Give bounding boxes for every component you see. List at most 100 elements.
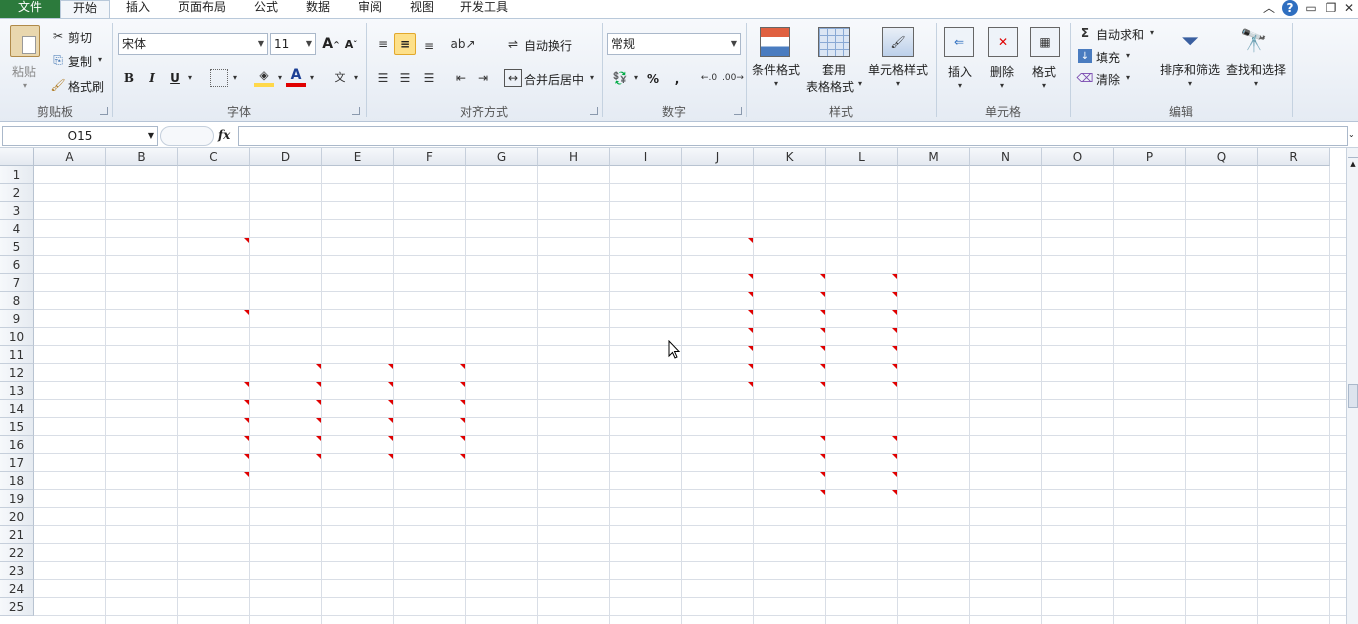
comment-indicator[interactable] [244,454,249,459]
column-header[interactable]: H [538,148,610,166]
fill-button[interactable]: 填充 [1096,49,1120,66]
find-dropdown-icon[interactable]: ▾ [1252,79,1260,88]
comment-indicator[interactable] [892,436,897,441]
comment-indicator[interactable] [244,436,249,441]
cut-icon[interactable]: ✂ [50,29,66,43]
comment-indicator[interactable] [820,328,825,333]
comment-indicator[interactable] [388,436,393,441]
copy-button[interactable]: 复制 [68,53,92,70]
increase-decimal-icon[interactable]: ←.0 [698,69,720,87]
delete-cells-button[interactable]: 删除 [990,63,1014,80]
comment-indicator[interactable] [316,418,321,423]
column-header[interactable]: G [466,148,538,166]
merge-dropdown-icon[interactable]: ▾ [588,73,596,82]
conditional-formatting-icon[interactable] [760,27,790,57]
comment-indicator[interactable] [244,472,249,477]
column-header[interactable]: D [250,148,322,166]
comment-indicator[interactable] [316,382,321,387]
column-header[interactable]: B [106,148,178,166]
wrap-text-icon[interactable]: ⇌ [504,35,522,53]
row-header[interactable]: 22 [0,544,34,562]
comment-indicator[interactable] [748,364,753,369]
row-header[interactable]: 6 [0,256,34,274]
row-header[interactable]: 12 [0,364,34,382]
copy-dropdown-icon[interactable]: ▾ [96,55,104,64]
row-header[interactable]: 4 [0,220,34,238]
underline-dropdown-icon[interactable]: ▾ [186,73,194,82]
cut-button[interactable]: 剪切 [68,29,92,46]
row-header[interactable]: 5 [0,238,34,256]
row-header[interactable]: 17 [0,454,34,472]
accounting-dropdown-icon[interactable]: ▾ [632,73,640,82]
font-color-dropdown-icon[interactable]: ▾ [308,73,316,82]
comment-indicator[interactable] [748,274,753,279]
format-painter-icon[interactable]: 🖌 [50,78,66,92]
insert-dropdown-icon[interactable]: ▾ [956,81,964,90]
font-name-select[interactable]: 宋体 ▼ [118,33,268,55]
align-right-icon[interactable]: ☰ [418,67,440,89]
comment-indicator[interactable] [316,454,321,459]
comment-indicator[interactable] [820,472,825,477]
comment-indicator[interactable] [820,292,825,297]
comment-indicator[interactable] [820,490,825,495]
row-header[interactable]: 19 [0,490,34,508]
comment-indicator[interactable] [244,382,249,387]
row-header[interactable]: 25 [0,598,34,616]
comment-indicator[interactable] [748,382,753,387]
row-header[interactable]: 18 [0,472,34,490]
comment-indicator[interactable] [748,310,753,315]
cell-area[interactable] [34,166,1346,624]
comment-indicator[interactable] [892,274,897,279]
column-header[interactable]: K [754,148,826,166]
delete-cells-icon[interactable]: ✕ [988,27,1018,57]
comment-indicator[interactable] [460,436,465,441]
alignment-launcher-icon[interactable] [590,107,598,115]
format-cells-icon[interactable]: ▦ [1030,27,1060,57]
phonetic-guide-icon[interactable]: 文 [330,67,350,87]
comment-indicator[interactable] [748,292,753,297]
sort-filter-icon[interactable]: ⏷ [1174,25,1206,57]
column-header[interactable]: Q [1186,148,1258,166]
tab-review[interactable]: 审阅 [348,0,392,18]
row-header[interactable]: 16 [0,436,34,454]
format-dropdown-icon[interactable]: ▾ [1040,81,1048,90]
tab-view[interactable]: 视图 [400,0,444,18]
row-header[interactable]: 15 [0,418,34,436]
comment-indicator[interactable] [388,454,393,459]
comment-indicator[interactable] [460,382,465,387]
conditional-formatting-button[interactable]: 条件格式 [752,61,800,78]
row-header[interactable]: 23 [0,562,34,580]
column-header[interactable]: L [826,148,898,166]
comment-indicator[interactable] [244,310,249,315]
paste-dropdown-icon[interactable]: ▾ [20,81,30,90]
tab-data[interactable]: 数据 [296,0,340,18]
borders-dropdown-icon[interactable]: ▾ [231,73,239,82]
paste-label[interactable]: 粘贴 [12,63,36,80]
merge-center-button[interactable]: 合并后居中 [524,71,584,88]
row-header[interactable]: 2 [0,184,34,202]
comment-indicator[interactable] [388,382,393,387]
column-header[interactable]: P [1114,148,1186,166]
clipboard-launcher-icon[interactable] [100,107,108,115]
borders-icon[interactable] [210,69,228,87]
row-header[interactable]: 14 [0,400,34,418]
comment-indicator[interactable] [388,418,393,423]
orientation-icon[interactable]: ab↗ [450,33,475,55]
row-header[interactable]: 9 [0,310,34,328]
find-select-icon[interactable]: 🔭 [1238,25,1270,57]
paste-icon[interactable] [10,25,40,57]
column-header[interactable]: I [610,148,682,166]
tab-developer[interactable]: 开发工具 [452,0,516,18]
align-top-icon[interactable]: ≡ [372,33,394,55]
format-as-table-label-2[interactable]: 表格格式 [806,78,854,95]
tab-home[interactable]: 开始 [60,0,110,20]
comment-indicator[interactable] [820,310,825,315]
shrink-font-button[interactable]: Aˇ [340,33,362,55]
tab-file[interactable]: 文件 [0,0,60,18]
comment-indicator[interactable] [892,382,897,387]
comment-indicator[interactable] [316,364,321,369]
delete-dropdown-icon[interactable]: ▾ [998,81,1006,90]
expand-formula-icon[interactable]: ⌄ [1348,130,1358,142]
window-minimize-icon[interactable]: ▭ [1304,1,1318,15]
scroll-up-icon[interactable]: ▲ [1348,160,1358,170]
